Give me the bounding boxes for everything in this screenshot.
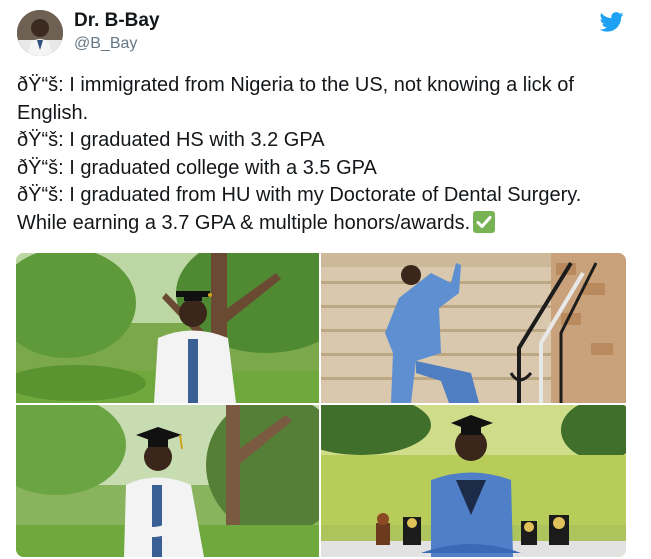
avatar[interactable]	[17, 10, 63, 56]
tweet-line: ðŸ“š: I graduated college with a 3.5 GPA	[17, 156, 377, 179]
tweet-line: English.	[17, 101, 89, 124]
tweet-line-last: While earning a 3.7 GPA & multiple honor…	[17, 210, 637, 238]
photo-white-coat-tree[interactable]	[16, 253, 319, 403]
tweet-line: ðŸ“š: I immigrated from Nigeria to the U…	[17, 74, 574, 96]
photo-grid	[16, 253, 626, 557]
photo-white-coat-cap[interactable]	[16, 405, 319, 557]
photo-blue-suit-awards[interactable]	[321, 405, 626, 557]
tweet-line: ðŸ“š: I graduated from HU with my Doctor…	[17, 184, 582, 206]
tweet-line: ðŸ“š: I graduated HS with 3.2 GPA	[17, 129, 325, 151]
author-name[interactable]: Dr. B-Bay	[74, 10, 160, 32]
tweet-line: While earning a 3.7 GPA & multiple honor…	[17, 211, 471, 234]
tweet-text: ðŸ“š: I immigrated from Nigeria to the U…	[17, 72, 637, 237]
tweet-card: Dr. B-Bay @B_Bay ðŸ“š: I immigrated from…	[0, 0, 651, 559]
author-handle[interactable]: @B_Bay	[74, 35, 137, 53]
photo-blue-suit-stairs[interactable]	[321, 253, 626, 403]
twitter-bird-icon[interactable]	[599, 12, 624, 32]
check-mark-icon	[473, 210, 496, 233]
